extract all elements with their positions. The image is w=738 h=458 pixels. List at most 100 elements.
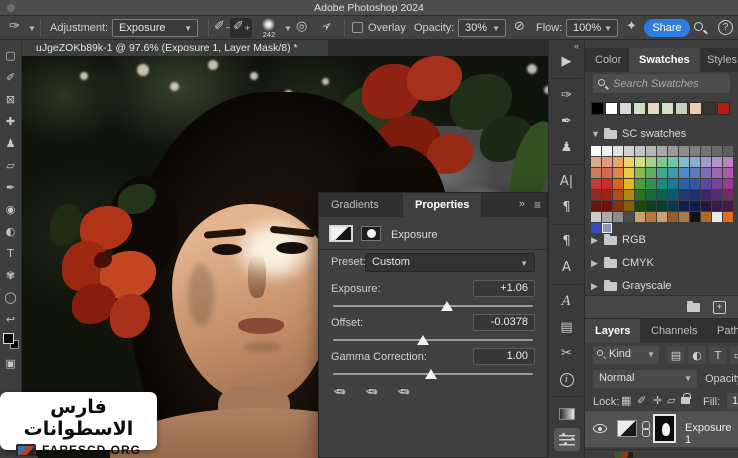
swatch[interactable]	[602, 212, 612, 222]
layer-filter-select[interactable]: Kind▼	[593, 346, 659, 364]
tool-presets-panel-icon[interactable]: ✂	[554, 342, 580, 365]
swatch[interactable]	[591, 190, 601, 200]
layer-mask-thumbnail[interactable]	[653, 414, 676, 443]
mask-icon[interactable]	[361, 226, 381, 241]
swatch[interactable]	[646, 168, 656, 178]
move-pointer-icon[interactable]: ➢	[318, 17, 336, 36]
swatch[interactable]	[619, 102, 632, 115]
pen-tool-icon[interactable]: ✒	[2, 178, 20, 196]
swatch[interactable]	[712, 179, 722, 189]
lock-transparency-icon[interactable]: ▦	[621, 394, 631, 407]
character-panel-icon[interactable]: A|	[554, 170, 580, 193]
swatch[interactable]	[690, 168, 700, 178]
swatch[interactable]	[690, 201, 700, 211]
paragraph-styles-panel-icon[interactable]: ¶	[554, 230, 580, 253]
swatch[interactable]	[646, 157, 656, 167]
lock-all-icon[interactable]	[681, 397, 690, 404]
zoom-tool-icon[interactable]: ◯	[2, 288, 20, 306]
opacity-select[interactable]: 30%▼	[458, 19, 506, 37]
shape-filter-icon[interactable]: ▭	[730, 346, 738, 364]
swatch[interactable]	[635, 212, 645, 222]
gamma-value-input[interactable]: 1.00	[473, 348, 535, 365]
swatch[interactable]	[679, 157, 689, 167]
eraser-tool-icon[interactable]: ▱	[2, 156, 20, 174]
histogram-panel-icon[interactable]: ▤	[554, 316, 580, 339]
swatch[interactable]	[613, 212, 623, 222]
clone-stamp-tool-icon[interactable]: ♟	[2, 134, 20, 152]
actions-panel-icon[interactable]: ▶	[554, 50, 580, 73]
offset-value-input[interactable]: -0.0378	[473, 314, 535, 331]
swatch[interactable]	[701, 190, 711, 200]
undo-icon[interactable]: ↩	[2, 310, 20, 328]
share-button[interactable]: Share	[644, 19, 690, 37]
swatch[interactable]	[624, 201, 634, 211]
glyphs-panel-icon[interactable]: A	[554, 290, 580, 313]
swatch-folder-cmyk[interactable]: ▶CMYK	[591, 255, 654, 271]
swatch[interactable]	[591, 212, 601, 222]
swatch[interactable]	[624, 157, 634, 167]
swatch[interactable]	[613, 168, 623, 178]
swatch[interactable]	[613, 157, 623, 167]
swatch[interactable]	[690, 179, 700, 189]
swatch-folder-rgb[interactable]: ▶RGB	[591, 232, 646, 248]
pressure-opacity-icon[interactable]: ⊘	[514, 19, 525, 34]
swatch[interactable]	[712, 168, 722, 178]
swatch[interactable]	[661, 102, 674, 115]
tab-color[interactable]: Color	[585, 48, 631, 72]
swatch[interactable]	[646, 146, 656, 156]
eyedropper-tool-icon[interactable]: ✐	[2, 68, 20, 86]
swatch[interactable]	[723, 157, 733, 167]
swatch[interactable]	[679, 201, 689, 211]
gamma-slider-thumb[interactable]	[425, 369, 437, 379]
gamma-slider[interactable]	[333, 373, 533, 375]
slice-tool-icon[interactable]: ⊠	[2, 90, 20, 108]
swatch[interactable]	[657, 212, 667, 222]
swatch[interactable]	[723, 179, 733, 189]
pressure-size-icon[interactable]: ◎	[296, 19, 307, 34]
swatch[interactable]	[679, 190, 689, 200]
swatch[interactable]	[624, 168, 634, 178]
swatch[interactable]	[675, 102, 688, 115]
document-tab[interactable]: uJgeZOKb89k-1 @ 97.6% (Exposure 1, Layer…	[22, 40, 328, 56]
swatch[interactable]	[679, 146, 689, 156]
swatch[interactable]	[701, 146, 711, 156]
mask-link-icon[interactable]	[642, 421, 649, 437]
swatch[interactable]	[701, 201, 711, 211]
swatch[interactable]	[613, 146, 623, 156]
swatch[interactable]	[690, 190, 700, 200]
swatch[interactable]	[646, 201, 656, 211]
foreground-color-chip[interactable]	[3, 333, 14, 344]
swatch[interactable]	[647, 102, 660, 115]
adjustment-brush-tool-icon[interactable]: ✑	[9, 19, 20, 34]
swatch[interactable]	[701, 157, 711, 167]
swatch[interactable]	[613, 179, 623, 189]
new-swatch-icon[interactable]: +	[713, 301, 726, 314]
brush-size-chevron-icon[interactable]: ▼	[284, 24, 292, 33]
swatch[interactable]	[668, 212, 678, 222]
swatch[interactable]	[591, 102, 604, 115]
swatch[interactable]	[668, 168, 678, 178]
marquee-tool-icon[interactable]: ▢	[2, 46, 20, 64]
tab-swatches[interactable]: Swatches	[629, 48, 700, 72]
dodge-tool-icon[interactable]: ◐	[2, 222, 20, 240]
swatch[interactable]	[646, 212, 656, 222]
healing-brush-tool-icon[interactable]: ✚	[2, 112, 20, 130]
panel-menu-icon[interactable]: ≡	[534, 198, 541, 212]
clone-source-panel-icon[interactable]: ♟	[554, 136, 580, 159]
paragraph-panel-icon[interactable]: ¶	[554, 196, 580, 219]
layer-fill-value[interactable]: 100%	[727, 393, 738, 410]
swatch[interactable]	[657, 179, 667, 189]
overlay-checkbox[interactable]	[352, 22, 363, 33]
swatch[interactable]	[591, 157, 601, 167]
swatch-search-input[interactable]	[593, 74, 730, 93]
lock-pixels-icon[interactable]: ✐	[637, 394, 646, 407]
swatch[interactable]	[723, 146, 733, 156]
swatch[interactable]	[602, 157, 612, 167]
brush-settings-panel-icon[interactable]: ✑	[554, 84, 580, 107]
swatch[interactable]	[657, 190, 667, 200]
swatch[interactable]	[712, 190, 722, 200]
lock-artboard-icon[interactable]: ▱	[667, 394, 675, 407]
swatch[interactable]	[679, 179, 689, 189]
swatch[interactable]	[690, 157, 700, 167]
exposure-adjustment-thumbnail[interactable]	[617, 420, 637, 437]
